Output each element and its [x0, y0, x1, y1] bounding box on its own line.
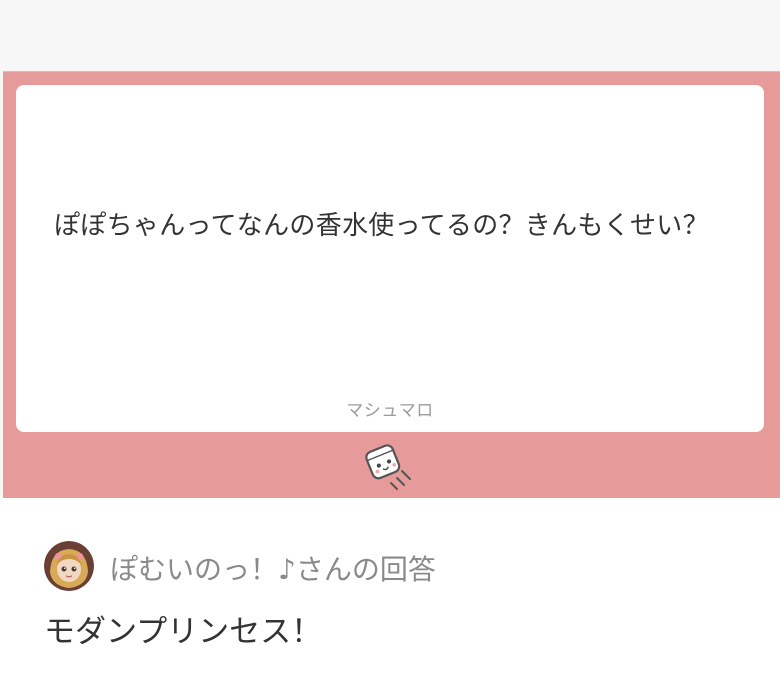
brand-label: マシュマロ: [346, 401, 434, 421]
question-card: ぽぽちゃんってなんの香水使ってるの？きんもくせい？ マシュマロ: [16, 85, 764, 432]
marshmallow-mascot-icon: [360, 438, 424, 494]
answer-section: [0, 498, 780, 697]
avatar: [44, 541, 94, 591]
answer-text: モダンプリンセス！: [44, 614, 323, 650]
answerer-label: ぽむいのっ！♪さんの回答: [110, 553, 436, 586]
question-text: ぽぽちゃんってなんの香水使ってるの？きんもくせい？: [54, 211, 709, 241]
